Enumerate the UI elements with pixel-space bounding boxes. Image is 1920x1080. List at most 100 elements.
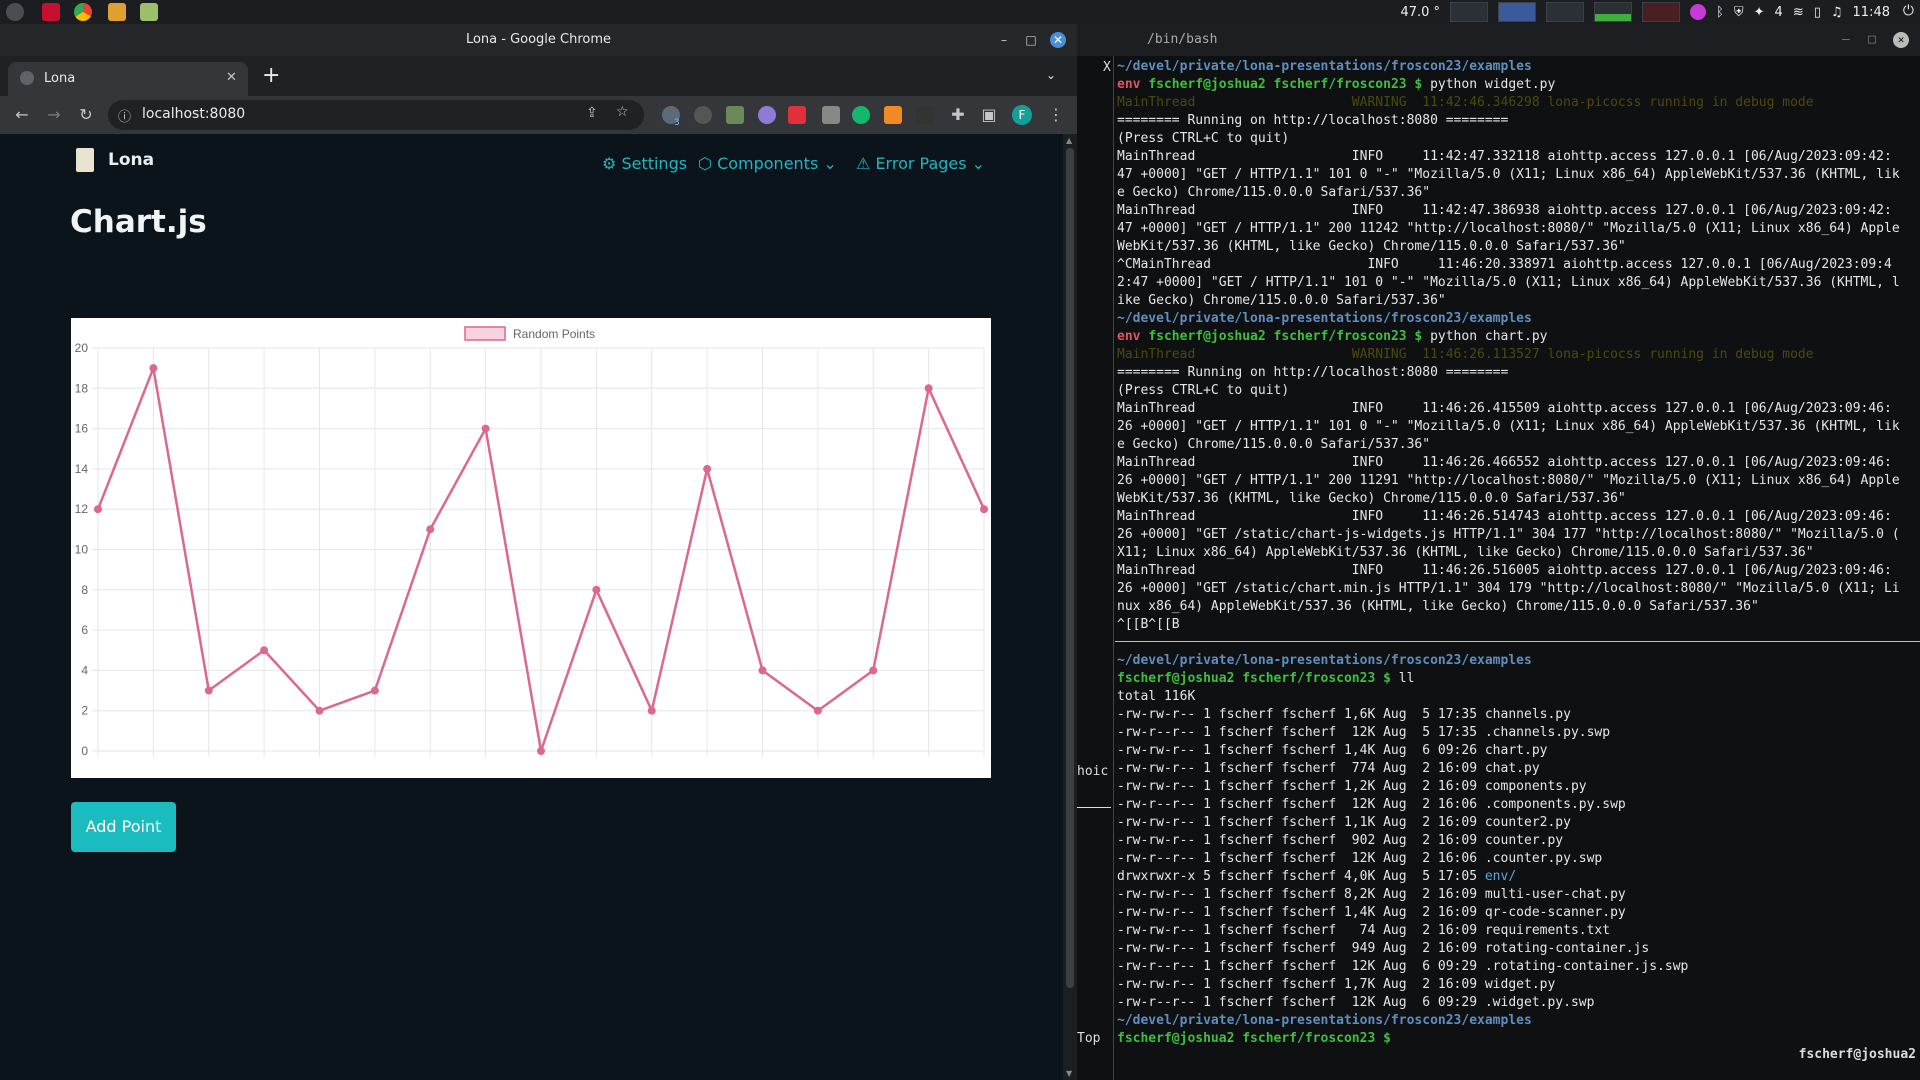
chrome-app-icon[interactable] — [74, 3, 92, 21]
bookmark-star-icon[interactable]: ☆ — [616, 104, 629, 120]
nav-components[interactable]: ⬡ Components ⌄ — [698, 154, 837, 173]
add-point-button[interactable]: Add Point — [71, 802, 176, 852]
folder-app-icon[interactable] — [108, 3, 126, 21]
terminal-line: MainThread WARNING 11:46:26.113527 lona-… — [1117, 346, 1814, 364]
grammar-extension-icon[interactable] — [852, 106, 870, 124]
terminal-line: WebKit/537.36 (KHTML, like Gecko) Chrome… — [1117, 238, 1626, 256]
pen-extension-icon[interactable] — [916, 106, 934, 124]
pane-divider — [1115, 641, 1920, 642]
data-point — [813, 706, 822, 715]
y-tick-label: 0 — [81, 744, 88, 758]
chevron-down-icon: ⌄ — [818, 154, 837, 173]
info-icon[interactable]: ⓘ — [118, 106, 131, 125]
address-bar[interactable]: ⓘ localhost:8080 ⇪ ☆ — [108, 100, 644, 130]
terminal-text: -rw-rw-r-- 1 fscherf fscherf 949 Aug 2 1… — [1117, 941, 1650, 956]
firefox-tray-icon[interactable] — [1690, 4, 1707, 20]
terminal-line: -rw-rw-r-- 1 fscherf fscherf 1,2K Aug 2 … — [1117, 778, 1587, 796]
terminal-line: ~/devel/private/lona-presentations/frosc… — [1117, 58, 1532, 76]
terminal-text: -rw-r--r-- 1 fscherf fscherf 12K Aug 2 1… — [1117, 851, 1603, 866]
web-page: Lona ⚙ Settings ⬡ Components ⌄ ⚠ Error P… — [0, 134, 1063, 1080]
tab-extension-icon[interactable] — [726, 106, 744, 124]
brand-name[interactable]: Lona — [108, 150, 154, 170]
profile-avatar[interactable]: F — [1012, 105, 1032, 125]
terminal-line: -rw-r--r-- 1 fscherf fscherf 12K Aug 5 1… — [1117, 724, 1610, 742]
side-panel-icon[interactable]: ▣ — [979, 105, 999, 125]
scroll-down-icon[interactable]: ▼ — [1066, 1069, 1072, 1078]
maximize-icon[interactable]: □ — [1868, 24, 1876, 56]
package-extension-icon[interactable] — [822, 106, 840, 124]
terminal-text: fscherf@joshua2 fscherf/froscon23 $ — [1148, 329, 1431, 344]
terminal-line: -rw-rw-r-- 1 fscherf fscherf 1,7K Aug 2 … — [1117, 976, 1555, 994]
terminal-text: fscherf@joshua2 fscherf/froscon23 $ — [1117, 671, 1399, 686]
terminal-line: -rw-rw-r-- 1 fscherf fscherf 774 Aug 2 1… — [1117, 760, 1540, 778]
terminal-line: -rw-rw-r-- 1 fscherf fscherf 8,2K Aug 2 … — [1117, 886, 1626, 904]
terminal-text: -rw-rw-r-- 1 fscherf fscherf 1,1K Aug 2 … — [1117, 815, 1571, 830]
memory-monitor — [1498, 2, 1537, 22]
share-icon[interactable]: ⇪ — [586, 105, 598, 121]
terminal-text: -rw-rw-r-- 1 fscherf fscherf 902 Aug 2 1… — [1117, 833, 1564, 848]
cpu-monitor — [1450, 2, 1489, 22]
battery-icon[interactable]: ▯ — [1814, 5, 1821, 20]
swap-monitor — [1546, 2, 1585, 22]
tab-search-icon[interactable]: ⌄ — [1046, 68, 1056, 82]
terminal-text: 26 +0000] "GET / HTTP/1.1" 101 0 "-" "Mo… — [1117, 419, 1900, 434]
terminal-line: -rw-r--r-- 1 fscherf fscherf 12K Aug 6 0… — [1117, 958, 1688, 976]
terminal-line: -rw-rw-r-- 1 fscherf fscherf 902 Aug 2 1… — [1117, 832, 1563, 850]
terminal-text: ~/devel/private/lona-presentations/frosc… — [1117, 653, 1532, 668]
terminal-text: MainThread INFO 11:46:26.514743 aiohttp.… — [1117, 509, 1892, 524]
close-tab-icon[interactable]: ✕ — [226, 70, 237, 85]
terminal-app-icon[interactable] — [42, 3, 60, 21]
minimize-icon[interactable]: – — [1842, 24, 1850, 56]
nav-settings[interactable]: ⚙ Settings — [602, 154, 687, 173]
data-point — [370, 686, 379, 695]
page-scrollbar[interactable]: ▲ ▼ — [1063, 134, 1077, 1080]
menu-icon[interactable] — [6, 3, 24, 21]
terminal-line: -rw-rw-r-- 1 fscherf fscherf 1,6K Aug 5 … — [1117, 706, 1571, 724]
back-icon[interactable]: ← — [12, 105, 32, 125]
terminal-line: total 116K — [1117, 688, 1195, 706]
adblock-icon[interactable] — [788, 106, 806, 124]
url-text[interactable]: localhost:8080 — [142, 106, 245, 122]
clock[interactable]: 11:48 — [1853, 5, 1890, 20]
terminal-text: ======== Running on http://localhost:808… — [1117, 113, 1509, 128]
menu-dots-icon[interactable]: ⋮ — [1046, 105, 1066, 125]
terminal-text: (Press CTRL+C to quit) — [1117, 131, 1290, 146]
puzzle-icon[interactable]: ✚ — [948, 105, 968, 125]
new-tab-icon[interactable]: + — [262, 63, 280, 88]
notification-icon[interactable]: ✦ — [1754, 5, 1765, 20]
bluetooth-icon[interactable]: ᛒ — [1716, 5, 1724, 20]
gutter-label: Top — [1077, 1031, 1101, 1046]
terminal-line: -rw-r--r-- 1 fscherf fscherf 12K Aug 2 1… — [1117, 796, 1626, 814]
terminal-text: nux x86_64) AppleWebKit/537.36 (KHTML, l… — [1117, 599, 1759, 614]
terminal-line: e Gecko) Chrome/115.0.0.0 Safari/537.36" — [1117, 184, 1430, 202]
disk-monitor — [1642, 2, 1681, 22]
power-icon[interactable]: ⏻ — [1903, 3, 1914, 19]
maximize-icon[interactable]: □ — [1023, 32, 1039, 48]
recycle-extension-icon[interactable] — [694, 106, 712, 124]
terminal-text: e Gecko) Chrome/115.0.0.0 Safari/537.36" — [1117, 437, 1431, 452]
wifi-icon[interactable]: ≋ — [1793, 5, 1804, 20]
terminal-text: -rw-rw-r-- 1 fscherf fscherf 774 Aug 2 1… — [1117, 761, 1540, 776]
dots-extension-icon[interactable] — [758, 106, 776, 124]
terminal-line: -rw-r--r-- 1 fscherf fscherf 12K Aug 6 0… — [1117, 994, 1594, 1012]
editor-app-icon[interactable] — [140, 3, 158, 21]
data-point — [758, 666, 767, 675]
scroll-thumb[interactable] — [1066, 148, 1074, 988]
terminal-text: -rw-rw-r-- 1 fscherf fscherf 1,2K Aug 2 … — [1117, 779, 1587, 794]
nav-error-pages[interactable]: ⚠ Error Pages ⌄ — [856, 154, 985, 173]
terminal-text: ^[[B^[[B — [1117, 617, 1180, 632]
tab-lona[interactable]: Lona ✕ — [8, 62, 248, 96]
shield-icon[interactable]: ⛨ — [1734, 5, 1744, 20]
minimize-icon[interactable]: – — [996, 32, 1012, 48]
lona-logo-icon[interactable] — [76, 148, 94, 172]
reload-icon[interactable]: ↻ — [76, 105, 96, 125]
close-window-icon[interactable]: ✕ — [1050, 32, 1066, 48]
y-tick-label: 16 — [75, 422, 89, 436]
terminal-text: ll — [1398, 671, 1415, 686]
scroll-up-icon[interactable]: ▲ — [1066, 136, 1072, 145]
close-window-icon[interactable]: ✕ — [1893, 32, 1909, 48]
terminal-text: WebKit/537.36 (KHTML, like Gecko) Chrome… — [1117, 239, 1626, 254]
rss-icon[interactable] — [884, 106, 902, 124]
music-icon[interactable]: ♫ — [1831, 5, 1843, 20]
forward-icon[interactable]: → — [44, 105, 64, 125]
